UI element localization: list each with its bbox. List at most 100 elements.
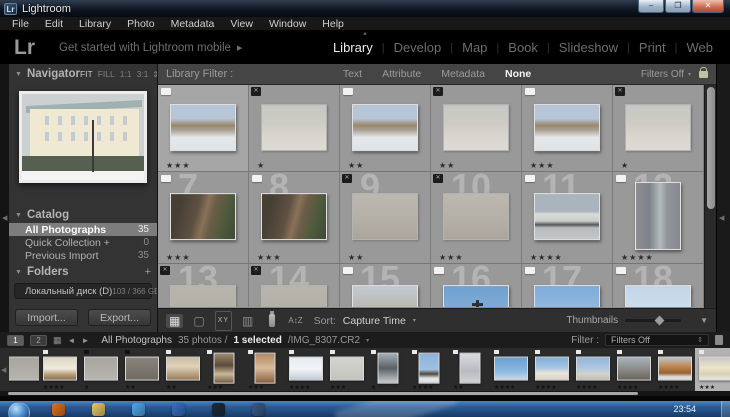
media-player-icon[interactable] <box>172 403 185 416</box>
filmstrip-cell-11[interactable]: ★★★★ <box>408 348 449 391</box>
reject-flag-icon[interactable]: ✕ <box>615 87 625 96</box>
reject-flag-icon[interactable]: ✕ <box>160 266 170 275</box>
filmstrip-thumbnail[interactable] <box>494 356 528 380</box>
grid-cell-13[interactable]: 13✕ <box>158 264 249 307</box>
star-rating[interactable]: ★ <box>621 161 629 170</box>
filmstrip-left-arrow-icon[interactable]: ◀ <box>1 366 6 374</box>
mobile-promo-link[interactable]: Get started with Lightroom mobile ▶ <box>59 42 242 54</box>
photo-thumbnail[interactable] <box>443 285 509 307</box>
filmstrip-thumbnail[interactable] <box>9 356 39 380</box>
filmstrip-cell-1[interactable] <box>9 348 39 391</box>
start-button[interactable] <box>8 402 30 417</box>
filmstrip-thumbnail[interactable] <box>254 352 275 383</box>
filmstrip-thumbnail[interactable] <box>330 356 364 380</box>
photo-thumbnail[interactable] <box>443 104 509 151</box>
grid-cell-5[interactable]: ★★★ <box>522 85 613 172</box>
survey-view-button[interactable]: ▥ <box>239 314 256 328</box>
menu-metadata[interactable]: Metadata <box>163 18 223 30</box>
import-button[interactable]: Import... <box>15 309 78 326</box>
menu-window[interactable]: Window <box>261 18 314 30</box>
module-tab-web[interactable]: Web <box>678 40 723 55</box>
zoom-option-fit[interactable]: FIT <box>80 69 93 79</box>
filter-option-text[interactable]: Text <box>333 68 372 80</box>
menu-edit[interactable]: Edit <box>37 18 71 30</box>
forward-arrow-icon[interactable]: ► <box>81 336 89 345</box>
loupe-view-button[interactable]: ▢ <box>190 314 207 328</box>
filter-option-none[interactable]: None <box>495 68 541 80</box>
star-rating[interactable]: ★★★★ <box>530 253 563 262</box>
show-desktop-button[interactable] <box>721 401 730 417</box>
navigator-header[interactable]: ▼ Navigator FITFILL1:13:1 ⇕ <box>9 64 157 82</box>
pick-flag-icon[interactable] <box>161 88 171 95</box>
filmstrip-cell-5[interactable]: ★★ <box>162 348 203 391</box>
filmstrip-cell-14[interactable]: ★★★★ <box>531 348 572 391</box>
sort-direction-button[interactable]: A↕Z <box>288 316 302 325</box>
grid-cell-10[interactable]: 10✕★★★ <box>431 172 522 264</box>
minimize-button[interactable]: – <box>638 0 664 13</box>
star-rating[interactable]: ★★★ <box>439 253 464 262</box>
photo-thumbnail[interactable] <box>261 193 327 240</box>
top-panel-collapse-icon[interactable]: ▲ <box>362 31 368 37</box>
filmstrip-thumbnail[interactable] <box>166 356 200 380</box>
reject-flag-icon[interactable]: ✕ <box>342 174 352 183</box>
star-rating[interactable]: ★★★ <box>166 253 191 262</box>
star-rating[interactable]: ★★ <box>439 161 455 170</box>
pick-flag-icon[interactable] <box>252 175 262 182</box>
module-tab-map[interactable]: Map <box>453 40 496 55</box>
firefox-icon[interactable] <box>52 403 65 416</box>
grid-cell-12[interactable]: 12★★★★ <box>613 172 704 264</box>
grid-cell-9[interactable]: 9✕★★ <box>340 172 431 264</box>
menu-file[interactable]: File <box>4 18 37 30</box>
pick-flag-icon[interactable] <box>616 267 626 274</box>
filmstrip-thumbnail[interactable] <box>459 352 480 383</box>
grid-cell-1[interactable]: ★★★ <box>158 85 249 172</box>
internet-explorer-icon[interactable] <box>132 403 145 416</box>
filmstrip-cell-6[interactable]: ★★★ <box>203 348 244 391</box>
thumbnail-size-slider[interactable] <box>625 319 681 322</box>
filmstrip-cell-2[interactable]: ★★★★ <box>39 348 80 391</box>
folders-header[interactable]: ▼ Folders + <box>9 262 157 280</box>
photo-thumbnail[interactable] <box>352 104 418 151</box>
photo-thumbnail[interactable] <box>352 193 418 240</box>
chevron-down-icon[interactable]: ▾ <box>366 337 369 344</box>
star-rating[interactable]: ★★ <box>348 253 364 262</box>
grid-cell-6[interactable]: ✕★ <box>613 85 704 172</box>
menu-library[interactable]: Library <box>71 18 119 30</box>
filmstrip-thumbnail[interactable] <box>658 356 692 380</box>
filmstrip-cell-15[interactable]: ★★★★ <box>572 348 613 391</box>
folder-icon[interactable] <box>92 403 105 416</box>
catalog-item-all-photographs[interactable]: All Photographs35 <box>9 223 157 236</box>
photo-thumbnail[interactable] <box>534 104 600 151</box>
filter-option-metadata[interactable]: Metadata <box>431 68 495 80</box>
grid-cell-2[interactable]: ✕★ <box>249 85 340 172</box>
filmstrip-cell-12[interactable]: ★★ <box>449 348 490 391</box>
left-panel-edge[interactable]: ◀ <box>0 64 9 332</box>
filmstrip-cell-3[interactable]: ★ <box>80 348 121 391</box>
photo-thumbnail[interactable] <box>352 285 418 307</box>
maximize-button[interactable]: ❐ <box>665 0 691 13</box>
star-rating[interactable]: ★★ <box>348 161 364 170</box>
grid-cell-7[interactable]: 7★★★ <box>158 172 249 264</box>
photo-thumbnail[interactable] <box>443 193 509 240</box>
photo-thumbnail[interactable] <box>261 104 327 151</box>
reject-flag-icon[interactable]: ✕ <box>251 87 261 96</box>
star-rating[interactable]: ★★★ <box>166 161 191 170</box>
filmstrip-scrollbar-thumb[interactable] <box>8 392 638 395</box>
module-tab-develop[interactable]: Develop <box>385 40 451 55</box>
filmstrip-cell-4[interactable]: ★★ <box>121 348 162 391</box>
back-arrow-icon[interactable]: ◄ <box>68 336 76 345</box>
right-expand-icon[interactable]: ◀ <box>719 214 724 222</box>
grid-cell-17[interactable]: 17 <box>522 264 613 307</box>
menu-help[interactable]: Help <box>314 18 352 30</box>
star-rating[interactable]: ★★★ <box>257 253 282 262</box>
painter-tool-icon[interactable] <box>269 314 275 327</box>
filmstrip-cell-9[interactable]: ★★★ <box>326 348 367 391</box>
filmstrip-thumbnail[interactable] <box>535 356 569 380</box>
app-window-icon[interactable] <box>252 403 265 416</box>
star-rating[interactable]: ★★★★ <box>621 253 654 262</box>
toolbar-options-icon[interactable]: ▼ <box>700 316 708 325</box>
filter-switch-icon[interactable] <box>715 335 723 345</box>
grid-cell-16[interactable]: 16 <box>431 264 522 307</box>
grid-cell-14[interactable]: 14✕ <box>249 264 340 307</box>
filmstrip-thumbnail[interactable] <box>84 356 118 380</box>
